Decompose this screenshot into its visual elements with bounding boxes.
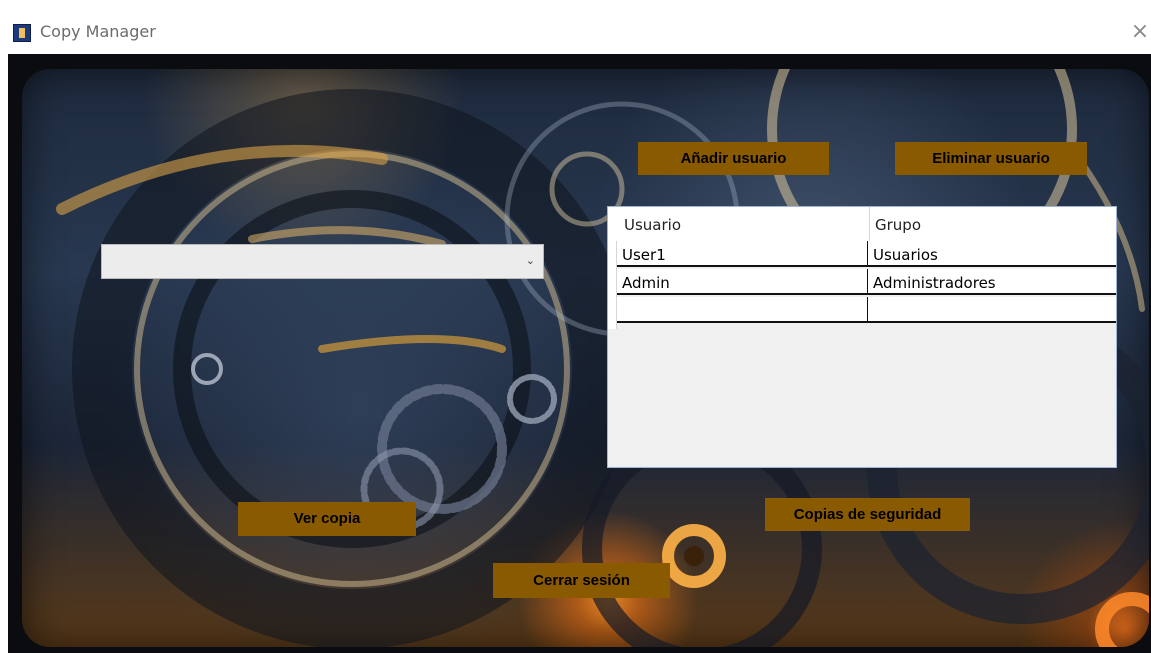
table-row-new[interactable] xyxy=(617,297,1116,323)
chevron-down-icon: ⌄ xyxy=(525,254,535,267)
users-grid[interactable]: Usuario Grupo User1 Usuarios Admin Admin… xyxy=(607,206,1117,468)
row-selector-column[interactable] xyxy=(608,241,617,329)
cell-divider xyxy=(867,269,868,293)
close-button[interactable]: × xyxy=(1130,20,1150,44)
table-row[interactable]: User1 Usuarios xyxy=(617,241,1116,267)
column-divider xyxy=(869,207,870,241)
column-header-grupo[interactable]: Grupo xyxy=(875,216,921,234)
title-bar: Copy Manager × xyxy=(0,0,1151,54)
copy-selector-dropdown[interactable]: ⌄ xyxy=(101,244,544,279)
view-copy-button[interactable]: Ver copia xyxy=(238,502,416,536)
table-row[interactable]: Admin Administradores xyxy=(617,269,1116,295)
cell-grupo[interactable]: Administradores xyxy=(873,274,996,292)
grid-header: Usuario Grupo xyxy=(608,207,1116,242)
app-icon xyxy=(13,24,31,42)
cell-grupo[interactable]: Usuarios xyxy=(873,246,938,264)
add-user-button[interactable]: Añadir usuario xyxy=(638,142,829,175)
cell-usuario[interactable]: Admin xyxy=(622,274,670,292)
backups-button[interactable]: Copias de seguridad xyxy=(765,498,970,531)
cell-divider xyxy=(867,241,868,265)
logout-button[interactable]: Cerrar sesión xyxy=(493,563,670,598)
column-header-usuario[interactable]: Usuario xyxy=(624,216,681,234)
cell-divider xyxy=(867,297,868,321)
window-title: Copy Manager xyxy=(40,22,156,41)
delete-user-button[interactable]: Eliminar usuario xyxy=(895,142,1087,175)
cell-usuario[interactable]: User1 xyxy=(622,246,666,264)
